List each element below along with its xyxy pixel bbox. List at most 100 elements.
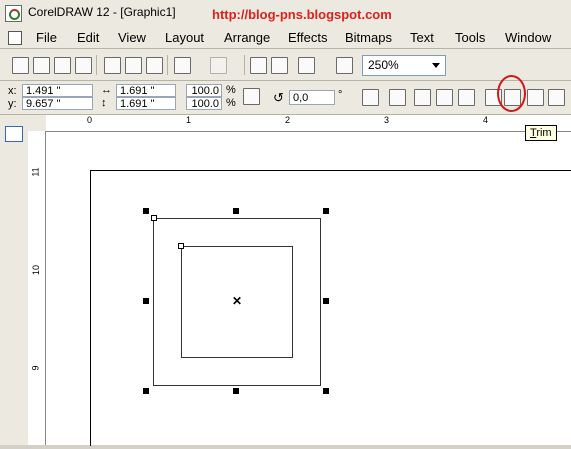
ruler-tick-label: 4 [483, 115, 489, 125]
selection-handle-top-right[interactable] [323, 208, 329, 214]
scale-y-field[interactable]: 100.0 [186, 97, 222, 110]
document-icon[interactable] [8, 31, 22, 45]
trim-tooltip: Trim [525, 125, 557, 141]
paste-icon[interactable] [146, 57, 163, 74]
rectangle-tool-icon[interactable] [5, 259, 23, 275]
toolbar-separator [96, 55, 97, 75]
menu-bar: File Edit View Layout Arrange Effects Bi… [0, 26, 571, 49]
smart-fill-icon[interactable] [5, 237, 23, 253]
toolbox [0, 115, 29, 445]
height-icon: ↕ [101, 97, 107, 109]
to-front-icon[interactable] [389, 89, 406, 106]
rotation-center-marker[interactable]: ✕ [232, 295, 242, 307]
selection-handle-left[interactable] [143, 298, 149, 304]
ungroup-icon[interactable] [436, 89, 453, 106]
selection-handle-bottom-left[interactable] [143, 388, 149, 394]
watermark-url: http://blog-pns.blogspot.com [212, 7, 392, 22]
zoom-tool-icon[interactable] [5, 193, 23, 209]
ruler-tick-label: 9 [30, 365, 41, 371]
copy-icon[interactable] [125, 57, 142, 74]
ruler-origin[interactable] [28, 115, 47, 132]
menu-effects[interactable]: Effects [288, 30, 328, 45]
menu-arrange[interactable]: Arrange [224, 30, 270, 45]
y-position-label: y: [8, 98, 17, 110]
zoom-level-dropdown[interactable]: 250% [362, 55, 446, 76]
menu-view[interactable]: View [118, 30, 146, 45]
text-tool-icon[interactable] [5, 347, 23, 363]
ruler-tick-label: 11 [30, 167, 41, 177]
welcome-screen-icon[interactable] [336, 57, 353, 74]
toolbar-separator [244, 55, 245, 75]
application-launcher-icon[interactable] [298, 57, 315, 74]
eyedropper-icon[interactable] [5, 391, 23, 407]
interactive-blend-icon[interactable] [5, 369, 23, 385]
menu-window[interactable]: Window [505, 30, 551, 45]
intersect-icon[interactable] [527, 89, 544, 106]
ruler-tick-label: 2 [285, 115, 291, 125]
group-icon[interactable] [414, 89, 431, 106]
x-position-label: x: [8, 85, 17, 97]
node-handle[interactable] [151, 215, 157, 221]
menu-layout[interactable]: Layout [165, 30, 204, 45]
graph-paper-icon[interactable] [5, 303, 23, 319]
cut-icon[interactable] [104, 57, 121, 74]
export-icon[interactable] [271, 57, 288, 74]
new-icon[interactable] [12, 57, 29, 74]
node-handle[interactable] [178, 243, 184, 249]
pick-tool-icon[interactable] [5, 126, 23, 142]
x-position-field[interactable]: 1.491 " [22, 84, 93, 97]
freehand-tool-icon[interactable] [5, 215, 23, 231]
print-icon[interactable] [75, 57, 92, 74]
width-icon: ↔ [101, 84, 112, 96]
chevron-down-icon[interactable] [432, 63, 440, 68]
property-bar: x: 1.491 " y: 9.657 " ↔ 1.691 " ↕ 1.691 … [0, 81, 571, 115]
degree-sign: ° [338, 89, 343, 101]
menu-tools[interactable]: Tools [455, 30, 485, 45]
fill-tool-icon[interactable] [5, 433, 23, 449]
lock-ratio-icon[interactable] [243, 88, 260, 105]
simplify-icon[interactable] [548, 89, 565, 106]
horizontal-ruler[interactable]: 0 1 2 3 4 [46, 115, 571, 132]
zoom-level-value: 250% [368, 58, 399, 72]
selection-handle-bottom-right[interactable] [323, 388, 329, 394]
height-field[interactable]: 1.691 " [116, 97, 176, 110]
save-icon[interactable] [54, 57, 71, 74]
smudge-tool-icon[interactable] [5, 171, 23, 187]
selection-handle-right[interactable] [323, 298, 329, 304]
undo-icon[interactable] [174, 57, 191, 74]
y-position-field[interactable]: 9.657 " [22, 97, 93, 110]
scale-x-percent: % [226, 84, 236, 96]
toolbar-separator [167, 55, 168, 75]
menu-text[interactable]: Text [410, 30, 434, 45]
mirror-icon[interactable] [362, 89, 379, 106]
ruler-tick-label: 3 [384, 115, 390, 125]
shape-tool-icon[interactable] [5, 149, 23, 165]
ellipse-tool-icon[interactable] [5, 281, 23, 297]
open-icon[interactable] [33, 57, 50, 74]
tooltip-text: rim [536, 127, 552, 139]
menu-bitmaps[interactable]: Bitmaps [345, 30, 392, 45]
basic-shapes-icon[interactable] [5, 325, 23, 341]
scale-x-field[interactable]: 100.0 [186, 84, 222, 97]
import-icon[interactable] [250, 57, 267, 74]
menu-file[interactable]: File [36, 30, 57, 45]
vertical-ruler[interactable]: 11 10 9 [28, 131, 46, 445]
rotation-angle-field[interactable]: 0,0 [289, 90, 335, 105]
selection-handle-top-left[interactable] [143, 208, 149, 214]
redo-icon[interactable] [210, 57, 227, 74]
ruler-tick-label: 0 [87, 115, 93, 125]
ruler-tick-label: 1 [186, 115, 192, 125]
coreldraw-app-icon [5, 5, 22, 22]
selection-handle-top[interactable] [233, 208, 239, 214]
width-field[interactable]: 1.691 " [116, 84, 176, 97]
menu-edit[interactable]: Edit [77, 30, 99, 45]
selection-handle-bottom[interactable] [233, 388, 239, 394]
outline-tool-icon[interactable] [5, 413, 23, 429]
rotate-icon: ↺ [273, 90, 284, 105]
ruler-tick-label: 10 [31, 264, 42, 276]
window-title: CorelDRAW 12 - [Graphic1] [28, 5, 176, 19]
trim-highlight-circle [497, 75, 526, 112]
ungroup-all-icon[interactable] [458, 89, 475, 106]
scale-y-percent: % [226, 97, 236, 109]
title-bar: CorelDRAW 12 - [Graphic1] http://blog-pn… [0, 0, 571, 26]
